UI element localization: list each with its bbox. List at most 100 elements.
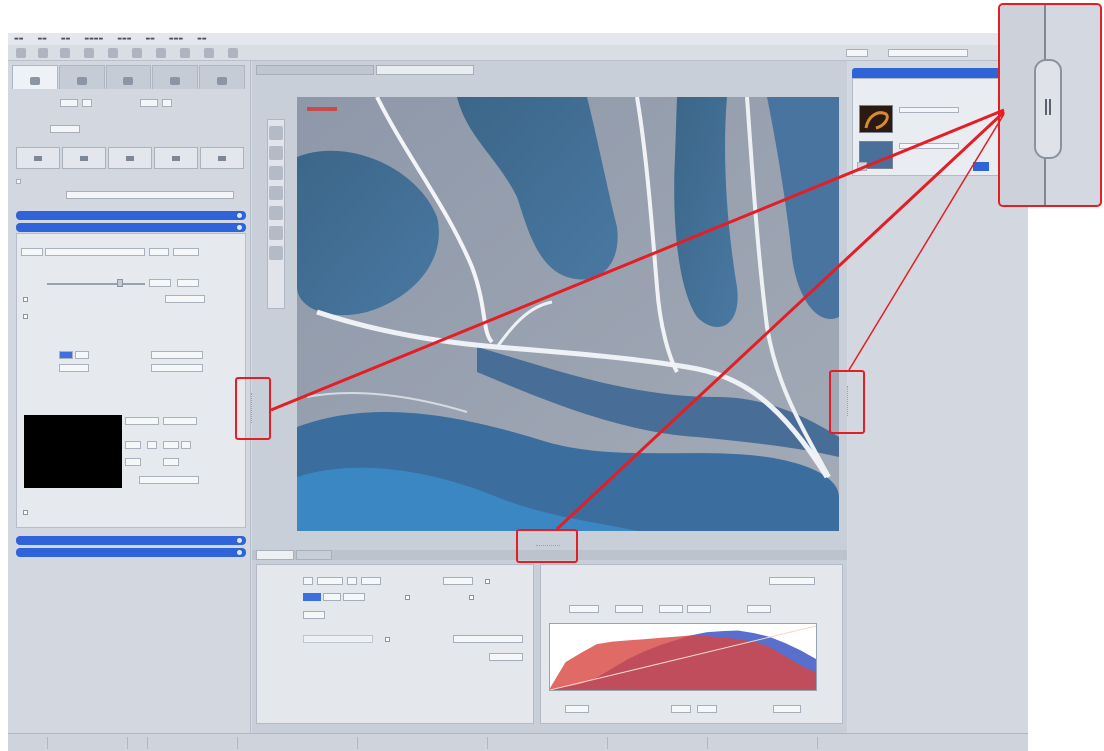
menu-item[interactable]: ▬▬ xyxy=(197,36,206,42)
post-processing-checkbox[interactable] xyxy=(23,510,28,515)
tab-processing[interactable] xyxy=(105,65,152,89)
tab-locate[interactable] xyxy=(12,65,58,89)
menu-item[interactable]: ▬▬ xyxy=(14,36,23,42)
zoom-preset-field[interactable] xyxy=(361,577,381,585)
section-header-4[interactable] xyxy=(16,548,246,557)
roi-w-field[interactable] xyxy=(125,458,141,466)
menu-item[interactable]: ▬▬▬ xyxy=(169,36,183,42)
toolbar-button[interactable] xyxy=(132,48,142,58)
snap-button[interactable] xyxy=(200,147,244,169)
gamma-bottom-spinner[interactable] xyxy=(697,705,717,713)
panel-action-button[interactable] xyxy=(857,162,867,171)
histogram-chart[interactable] xyxy=(549,623,817,691)
exposure-value-field[interactable] xyxy=(149,279,171,287)
min-field[interactable] xyxy=(569,605,599,613)
tab-display[interactable] xyxy=(296,550,332,560)
roi-button[interactable] xyxy=(125,417,159,425)
info-icon[interactable] xyxy=(269,206,283,220)
exposure-unit-select[interactable] xyxy=(177,279,199,287)
document-tab[interactable] xyxy=(256,65,374,75)
find-focus-button[interactable] xyxy=(16,147,60,169)
roi-spinner[interactable] xyxy=(181,441,191,449)
roi-button[interactable] xyxy=(163,417,197,425)
roi-spinner[interactable] xyxy=(147,441,157,449)
live-speed-select[interactable] xyxy=(151,351,203,359)
section-header-3[interactable] xyxy=(16,536,246,545)
histogram-options-button[interactable] xyxy=(769,577,815,585)
value-field[interactable] xyxy=(162,99,172,107)
toolbar-button[interactable] xyxy=(108,48,118,58)
channel-chip[interactable] xyxy=(303,611,325,619)
microscope-image-view[interactable] xyxy=(297,97,839,531)
gamma-field[interactable] xyxy=(659,605,683,613)
black-point-field[interactable] xyxy=(565,705,589,713)
quick-action-button[interactable] xyxy=(453,635,523,643)
split-view-icon[interactable] xyxy=(269,146,283,160)
acquisition-roi-preview[interactable] xyxy=(24,415,122,488)
zoom-button[interactable] xyxy=(347,577,357,585)
roi-x-field[interactable] xyxy=(125,441,141,449)
set-exposure-button[interactable] xyxy=(62,147,106,169)
tab-analysis[interactable] xyxy=(152,65,199,89)
disabled-button[interactable] xyxy=(303,635,373,643)
value-field[interactable] xyxy=(60,99,78,107)
document-tab-active[interactable] xyxy=(376,65,474,75)
exposure-slider[interactable] xyxy=(47,283,145,285)
tab-reporting[interactable] xyxy=(199,65,245,89)
splitter-handle[interactable] xyxy=(1034,59,1062,159)
roi-y-field[interactable] xyxy=(163,441,179,449)
roi-reset-button[interactable] xyxy=(139,476,199,484)
menu-item[interactable]: ▬▬ xyxy=(145,36,154,42)
range-checkbox[interactable] xyxy=(385,637,390,642)
2d-view-icon[interactable] xyxy=(269,126,283,140)
live-button[interactable] xyxy=(108,147,152,169)
menu-item[interactable]: ▬▬▬ xyxy=(117,36,131,42)
option-checkbox[interactable] xyxy=(16,179,21,184)
image-thumbnail[interactable] xyxy=(859,105,893,133)
mode-toggle-active[interactable] xyxy=(303,593,321,601)
toolbar-button[interactable] xyxy=(84,48,94,58)
toolbar-button[interactable] xyxy=(180,48,190,58)
settings-menu[interactable] xyxy=(149,248,169,256)
auto-exposure-checkbox[interactable] xyxy=(23,297,28,302)
mode-toggle[interactable] xyxy=(343,593,365,601)
fit-checkbox[interactable] xyxy=(485,579,490,584)
zoom-button[interactable] xyxy=(303,577,313,585)
mode-toggle[interactable] xyxy=(323,593,341,601)
toolbar-button[interactable] xyxy=(16,48,26,58)
reset-button[interactable] xyxy=(173,248,199,256)
toolbar-button[interactable] xyxy=(60,48,70,58)
settings-icon[interactable] xyxy=(269,246,283,260)
gamma-value-field[interactable] xyxy=(687,605,711,613)
tool-section-header[interactable] xyxy=(16,211,246,220)
resolution-select[interactable] xyxy=(59,364,89,372)
white-point-field[interactable] xyxy=(773,705,801,713)
reset-view-button[interactable] xyxy=(489,653,523,661)
max-field[interactable] xyxy=(615,605,643,613)
zoom-fit-field[interactable] xyxy=(443,577,473,585)
gallery-icon[interactable] xyxy=(269,166,283,180)
grip-horizontal-icon[interactable] xyxy=(536,545,560,548)
grip-vertical-icon[interactable] xyxy=(251,393,255,423)
settings-name-field[interactable] xyxy=(45,248,145,256)
experiment-field[interactable] xyxy=(66,191,234,199)
interpolation-checkbox[interactable] xyxy=(469,595,474,600)
tab-dimensions[interactable] xyxy=(256,550,294,560)
toolbar-button[interactable] xyxy=(38,48,48,58)
continuous-button[interactable] xyxy=(154,147,198,169)
profile-select[interactable] xyxy=(888,49,968,57)
exposure-slider-handle[interactable] xyxy=(117,279,123,287)
panel-action-button[interactable] xyxy=(973,162,989,171)
gamma-bottom-field[interactable] xyxy=(671,705,691,713)
camera-select[interactable] xyxy=(50,125,80,133)
toolbar-button[interactable] xyxy=(204,48,214,58)
bw-mode-toggle[interactable] xyxy=(75,351,89,359)
color-mode-toggle[interactable] xyxy=(59,351,73,359)
images-and-documents-header[interactable] xyxy=(852,68,1004,78)
zoom-value-field[interactable] xyxy=(317,577,343,585)
roi-h-field[interactable] xyxy=(163,458,179,466)
menu-item[interactable]: ▬▬ xyxy=(37,36,46,42)
value-field[interactable] xyxy=(140,99,158,107)
value-field[interactable] xyxy=(82,99,92,107)
white-balance-checkbox[interactable] xyxy=(23,314,28,319)
